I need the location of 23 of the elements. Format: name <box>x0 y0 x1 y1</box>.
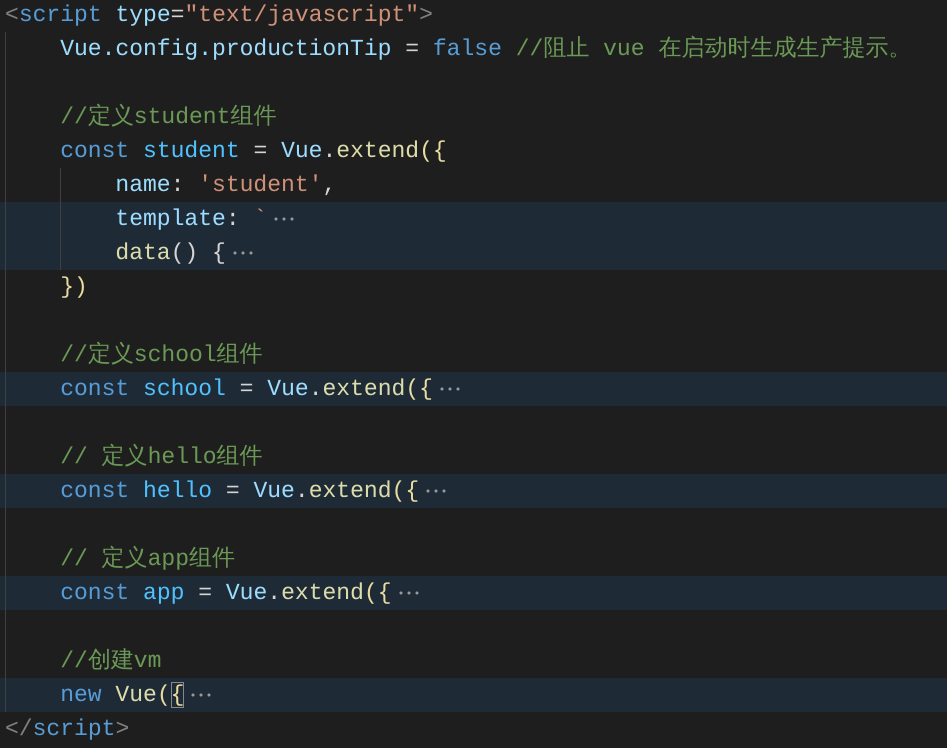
code-line: //定义school组件 <box>60 340 263 370</box>
code-line: </script> <box>5 715 130 744</box>
fold-ellipsis-icon[interactable] <box>232 250 254 256</box>
code-line: const school = Vue.extend({ <box>60 375 433 404</box>
code-line: // 定义app组件 <box>60 544 236 574</box>
fold-ellipsis-icon[interactable] <box>398 590 420 596</box>
code-line: }) <box>60 273 88 302</box>
code-line: <script type="text/javascript"> <box>5 1 433 30</box>
code-line: data() { <box>115 239 226 268</box>
fold-ellipsis-icon[interactable] <box>273 216 296 222</box>
code-line: Vue.config.productionTip = false //阻止 vue 在启动时生成生产提示。 <box>60 34 912 64</box>
code-line: //定义student组件 <box>60 102 276 132</box>
code-line: const app = Vue.extend({ <box>60 579 392 608</box>
code-line: const student = Vue.extend({ <box>60 137 447 166</box>
fold-ellipsis-icon[interactable] <box>190 692 212 698</box>
code-line: template: ` <box>115 205 268 234</box>
fold-ellipsis-icon[interactable] <box>425 488 448 494</box>
code-line: name: 'student', <box>115 171 336 200</box>
code-line: //创建vm <box>60 647 162 676</box>
fold-ellipsis-icon[interactable] <box>438 386 461 392</box>
code-line: const hello = Vue.extend({ <box>60 477 420 506</box>
code-line: new Vue({ <box>60 681 184 710</box>
code-line: // 定义hello组件 <box>60 442 263 472</box>
